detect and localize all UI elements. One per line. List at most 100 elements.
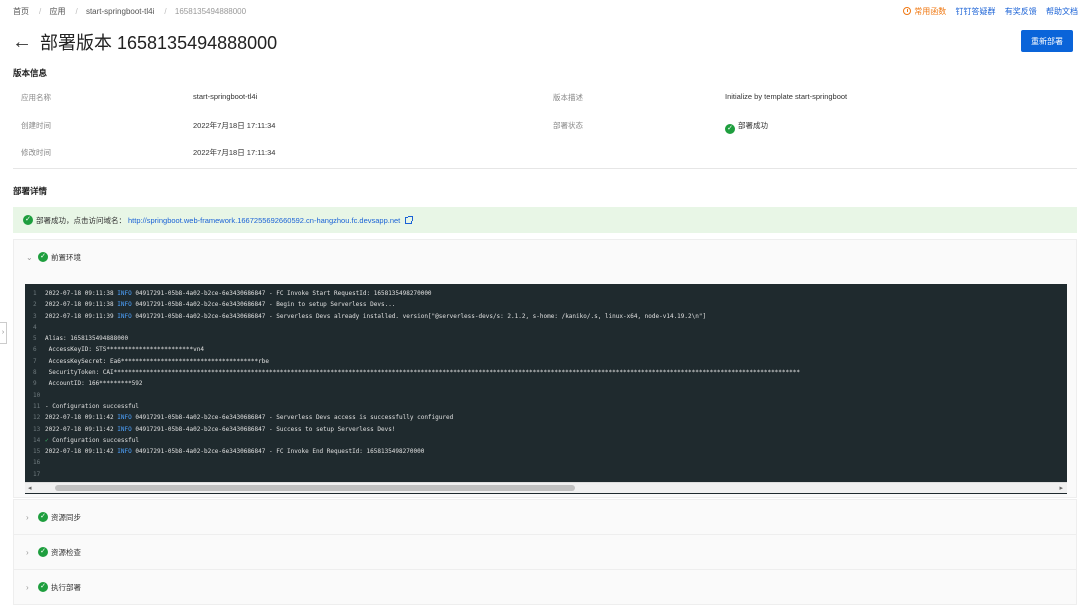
success-check-icon: ✓ xyxy=(38,582,48,592)
chevron-right-icon: › xyxy=(26,583,38,592)
log-line: 10 xyxy=(25,390,1067,401)
log-line-number: 15 xyxy=(33,446,45,457)
log-level: INFO xyxy=(117,414,131,421)
status-text: 部署成功 xyxy=(738,121,768,130)
log-line: 32022-07-18 09:11:39 INFO 04917291-05b8-… xyxy=(25,311,1067,322)
log-line: 16 xyxy=(25,457,1067,468)
log-text: AccessKeyID: STS************************… xyxy=(45,346,204,353)
stage-label: 执行部署 xyxy=(51,582,81,593)
log-line-number: 1 xyxy=(33,288,45,299)
top-links: 常用函数 钉钉答疑群 有奖反馈 帮助文档 xyxy=(903,6,1078,17)
common-functions-link[interactable]: 常用函数 xyxy=(903,7,946,16)
info-row: 应用名称 start-springboot-tl4i 版本描述 Initiali… xyxy=(0,92,1080,120)
log-text: 04917291-05b8-4a02-b2ce-6e3430686847 - S… xyxy=(132,426,396,433)
log-timestamp: 2022-07-18 09:11:39 xyxy=(45,313,114,320)
log-line: 14✓ Configuration successful xyxy=(25,435,1067,446)
created-label: 创建时间 xyxy=(21,120,51,131)
log-line: 8 SecurityToken: CAI********************… xyxy=(25,367,1067,378)
stage-label: 前置环境 xyxy=(51,252,81,263)
log-line-number: 13 xyxy=(33,424,45,435)
created-value: 2022年7月18日 17:11:34 xyxy=(193,120,275,131)
banner-text: 部署成功，点击访问域名： xyxy=(36,215,126,226)
success-check-icon: ✓ xyxy=(23,215,33,225)
scroll-right-icon[interactable]: ▸ xyxy=(1059,484,1063,492)
log-line-number: 17 xyxy=(33,469,45,480)
stage-header-execute-deploy[interactable]: › ✓ 执行部署 xyxy=(14,570,1076,604)
modified-label: 修改时间 xyxy=(21,147,51,158)
deploy-details-heading: 部署详情 xyxy=(13,185,47,197)
log-text: 04917291-05b8-4a02-b2ce-6e3430686847 - S… xyxy=(132,414,454,421)
log-text: AccountID: 166*********592 xyxy=(45,380,143,387)
domain-link[interactable]: http://springboot.web-framework.16672556… xyxy=(128,216,400,225)
modified-value: 2022年7月18日 17:11:34 xyxy=(193,147,275,158)
description-label: 版本描述 xyxy=(553,92,583,103)
log-line-number: 12 xyxy=(33,412,45,423)
success-check-icon: ✓ xyxy=(38,512,48,522)
clock-icon xyxy=(903,7,911,15)
log-line: 12022-07-18 09:11:38 INFO 04917291-05b8-… xyxy=(25,288,1067,299)
log-line-number: 2 xyxy=(33,299,45,310)
log-console[interactable]: 12022-07-18 09:11:38 INFO 04917291-05b8-… xyxy=(25,284,1067,494)
log-line-number: 3 xyxy=(33,311,45,322)
description-value: Initialize by template start-springboot xyxy=(725,92,847,101)
log-line-number: 10 xyxy=(33,390,45,401)
log-text: Alias: 1658135494888000 xyxy=(45,335,128,342)
redeploy-button[interactable]: 重新部署 xyxy=(1021,30,1073,52)
feedback-link[interactable]: 有奖反馈 xyxy=(1005,7,1037,16)
version-info-heading: 版本信息 xyxy=(13,67,47,79)
log-line-number: 6 xyxy=(33,344,45,355)
stage-header-resource-check[interactable]: › ✓ 资源检查 xyxy=(14,535,1076,569)
log-line: 6 AccessKeyID: STS**********************… xyxy=(25,344,1067,355)
stage-label: 资源同步 xyxy=(51,512,81,523)
log-line-number: 4 xyxy=(33,322,45,333)
info-row: 创建时间 2022年7月18日 17:11:34 部署状态 ✓部署成功 xyxy=(0,120,1080,148)
log-line-number: 11 xyxy=(33,401,45,412)
log-text: 04917291-05b8-4a02-b2ce-6e3430686847 - F… xyxy=(132,448,425,455)
log-text: 04917291-05b8-4a02-b2ce-6e3430686847 - S… xyxy=(132,313,706,320)
log-level: INFO xyxy=(117,448,131,455)
status-value: ✓部署成功 xyxy=(725,120,768,134)
breadcrumb: 首页/ 应用/ start-springboot-tl4i/ 165813549… xyxy=(13,6,250,17)
stage-header-resource-sync[interactable]: › ✓ 资源同步 xyxy=(14,500,1076,534)
log-lines: 12022-07-18 09:11:38 INFO 04917291-05b8-… xyxy=(25,288,1067,480)
page-title: 部署版本 1658135494888000 xyxy=(40,29,277,55)
chevron-down-icon: ⌄ xyxy=(26,253,38,262)
log-line: 17 xyxy=(25,469,1067,480)
scrollbar-thumb[interactable] xyxy=(55,485,575,491)
scroll-left-icon[interactable]: ◂ xyxy=(28,484,32,492)
log-line: 4 xyxy=(25,322,1067,333)
back-arrow-icon[interactable]: ← xyxy=(12,32,32,52)
log-text: 04917291-05b8-4a02-b2ce-6e3430686847 - B… xyxy=(132,301,396,308)
breadcrumb-current: 1658135494888000 xyxy=(175,7,246,16)
log-timestamp: 2022-07-18 09:11:38 xyxy=(45,290,114,297)
log-text: - Configuration successful xyxy=(45,403,139,410)
stage-header-pre-env[interactable]: ⌄ ✓ 前置环境 xyxy=(14,240,1076,274)
sidebar-expand-handle[interactable]: › xyxy=(0,322,7,344)
breadcrumb-app[interactable]: start-springboot-tl4i xyxy=(86,7,154,16)
stage-panel: › ✓ 资源检查 xyxy=(13,534,1077,569)
horizontal-scrollbar[interactable]: ◂ ▸ xyxy=(25,482,1067,493)
log-line: 132022-07-18 09:11:42 INFO 04917291-05b8… xyxy=(25,424,1067,435)
log-level: INFO xyxy=(117,301,131,308)
log-text: SecurityToken: CAI**********************… xyxy=(45,369,800,376)
breadcrumb-apps[interactable]: 应用 xyxy=(49,7,65,16)
log-level: INFO xyxy=(117,313,131,320)
log-timestamp: 2022-07-18 09:11:38 xyxy=(45,301,114,308)
app-name-value: start-springboot-tl4i xyxy=(193,92,257,101)
success-check-icon: ✓ xyxy=(38,252,48,262)
stage-label: 资源检查 xyxy=(51,547,81,558)
log-text: 04917291-05b8-4a02-b2ce-6e3430686847 - F… xyxy=(132,290,432,297)
log-line-number: 9 xyxy=(33,378,45,389)
external-link-icon[interactable] xyxy=(405,217,412,224)
log-text: Configuration successful xyxy=(49,437,139,444)
dingtalk-group-link[interactable]: 钉钉答疑群 xyxy=(956,7,996,16)
log-line-number: 8 xyxy=(33,367,45,378)
log-timestamp: 2022-07-18 09:11:42 xyxy=(45,448,114,455)
log-level: INFO xyxy=(117,290,131,297)
success-banner: ✓ 部署成功，点击访问域名： http://springboot.web-fra… xyxy=(13,207,1077,233)
help-docs-link[interactable]: 帮助文档 xyxy=(1046,7,1078,16)
log-line-number: 14 xyxy=(33,435,45,446)
stage-panel: › ✓ 执行部署 xyxy=(13,569,1077,605)
log-line-number: 7 xyxy=(33,356,45,367)
breadcrumb-home[interactable]: 首页 xyxy=(13,7,29,16)
